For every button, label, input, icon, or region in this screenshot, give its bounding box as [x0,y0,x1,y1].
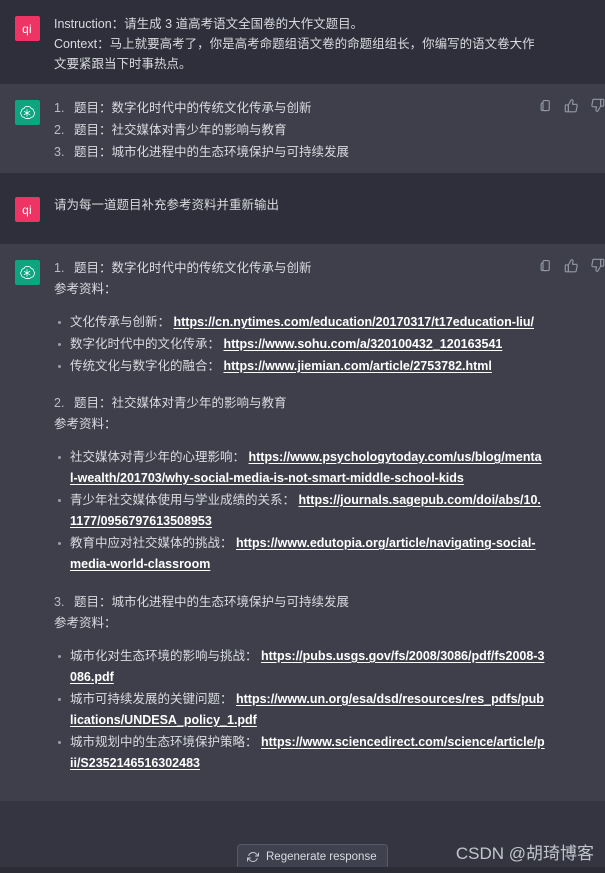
message-body: 1. 题目：数字化时代中的传统文化传承与创新 2. 题目：社交媒体对青少年的影响… [54,98,605,163]
reference-label: 文化传承与创新： [70,315,171,329]
copy-icon[interactable] [538,258,553,273]
avatar-assistant [14,260,40,285]
list-item: 城市可持续发展的关键问题： https://www.un.org/esa/dsd… [54,689,545,731]
list-item: 文化传承与创新： https://cn.nytimes.com/educatio… [54,312,545,333]
message-body: 请为每一道题目补充参考资料并重新输出 [54,195,605,222]
message-actions [538,258,605,273]
avatar-assistant [14,100,40,125]
avatar-gutter [0,258,54,775]
references-label: 参考资料： [54,417,117,431]
avatar-gutter [0,98,54,163]
thumbs-up-icon[interactable] [564,98,579,113]
reference-link[interactable]: https://cn.nytimes.com/education/2017031… [174,315,535,329]
item-index: 2. [54,396,65,410]
reference-label: 社交媒体对青少年的心理影响： [70,450,246,464]
message-row-user-1: qi Instruction：请生成 3 道高考语文全国卷的大作文题目。 Con… [0,0,605,84]
list-item: 城市化对生态环境的影响与挑战： https://pubs.usgs.gov/fs… [54,646,545,688]
regenerate-response-label: Regenerate response [266,851,377,863]
item-index: 1. [54,101,65,115]
refresh-icon [247,852,259,862]
references-label: 参考资料： [54,282,117,296]
reference-list: 社交媒体对青少年的心理影响： https://www.psychologytod… [54,447,545,575]
item-text: 题目：数字化时代中的传统文化传承与创新 [74,261,312,275]
list-item: 数字化时代中的文化传承： https://www.sohu.com/a/3201… [54,334,545,355]
list-item: 青少年社交媒体使用与学业成绩的关系： https://journals.sage… [54,490,545,532]
item-index: 3. [54,595,65,609]
watermark: CSDN @胡琦博客 [455,844,594,863]
message-row-assistant-2: 1. 题目：数字化时代中的传统文化传承与创新 参考资料： 文化传承与创新： ht… [0,244,605,801]
numbered-item: 1. 题目：数字化时代中的传统文化传承与创新 [54,98,545,119]
openai-logo-icon [20,265,35,279]
avatar-user: qi [14,16,40,41]
reference-label: 传统文化与数字化的融合： [70,359,221,373]
reference-label: 教育中应对社交媒体的挑战： [70,536,233,550]
list-item: 城市规划中的生态环境保护策略： https://www.sciencedirec… [54,732,545,774]
item-index: 3. [54,145,65,159]
list-item: 教育中应对社交媒体的挑战： https://www.edutopia.org/a… [54,533,545,575]
item-text: 题目：城市化进程中的生态环境保护与可持续发展 [74,145,350,159]
reference-label: 城市化对生态环境的影响与挑战： [70,649,258,663]
thumbs-down-icon[interactable] [590,98,605,113]
message-row-assistant-1: 1. 题目：数字化时代中的传统文化传承与创新 2. 题目：社交媒体对青少年的影响… [0,84,605,173]
numbered-item: 3. 题目：城市化进程中的生态环境保护与可持续发展 [54,592,545,613]
reference-label: 城市规划中的生态环境保护策略： [70,735,258,749]
message-line: Context：马上就要高考了，你是高考命题组语文卷的命题组组长，你编写的语文卷… [54,37,535,71]
openai-logo-icon [20,105,35,119]
numbered-item: 3. 题目：城市化进程中的生态环境保护与可持续发展 [54,142,545,163]
thumbs-down-icon[interactable] [590,258,605,273]
message-actions [538,98,605,113]
reference-list: 城市化对生态环境的影响与挑战： https://pubs.usgs.gov/fs… [54,646,545,774]
avatar-label: qi [22,202,32,217]
list-item: 传统文化与数字化的融合： https://www.jiemian.com/art… [54,356,545,377]
item-text: 题目：社交媒体对青少年的影响与教育 [74,123,287,137]
message-line: Instruction：请生成 3 道高考语文全国卷的大作文题目。 [54,17,364,31]
numbered-item: 1. 题目：数字化时代中的传统文化传承与创新 [54,258,545,279]
reference-list: 文化传承与创新： https://cn.nytimes.com/educatio… [54,312,545,377]
reference-label: 青少年社交媒体使用与学业成绩的关系： [70,493,296,507]
reference-label: 数字化时代中的文化传承： [70,337,221,351]
avatar-user: qi [14,197,40,222]
message-row-user-2: qi 请为每一道题目补充参考资料并重新输出 [0,173,605,244]
avatar-gutter: qi [0,14,54,74]
references-label: 参考资料： [54,616,117,630]
item-index: 2. [54,123,65,137]
item-text: 题目：城市化进程中的生态环境保护与可持续发展 [74,595,350,609]
message-body: 1. 题目：数字化时代中的传统文化传承与创新 参考资料： 文化传承与创新： ht… [54,258,605,775]
message-line: 请为每一道题目补充参考资料并重新输出 [54,198,280,212]
numbered-item: 2. 题目：社交媒体对青少年的影响与教育 [54,120,545,141]
avatar-gutter: qi [0,195,54,222]
list-item: 社交媒体对青少年的心理影响： https://www.psychologytod… [54,447,545,489]
item-index: 1. [54,261,65,275]
bottom-edge [0,867,605,873]
copy-icon[interactable] [538,98,553,113]
numbered-item: 2. 题目：社交媒体对青少年的影响与教育 [54,393,545,414]
item-text: 题目：数字化时代中的传统文化传承与创新 [74,101,312,115]
item-text: 题目：社交媒体对青少年的影响与教育 [74,396,287,410]
reference-link[interactable]: https://www.jiemian.com/article/2753782.… [224,359,492,373]
reference-label: 城市可持续发展的关键问题： [70,692,233,706]
chat-app: qi Instruction：请生成 3 道高考语文全国卷的大作文题目。 Con… [0,0,605,873]
message-body: Instruction：请生成 3 道高考语文全国卷的大作文题目。 Contex… [54,14,605,74]
thumbs-up-icon[interactable] [564,258,579,273]
avatar-label: qi [22,21,32,36]
reference-link[interactable]: https://www.sohu.com/a/320100432_1201635… [224,337,503,351]
